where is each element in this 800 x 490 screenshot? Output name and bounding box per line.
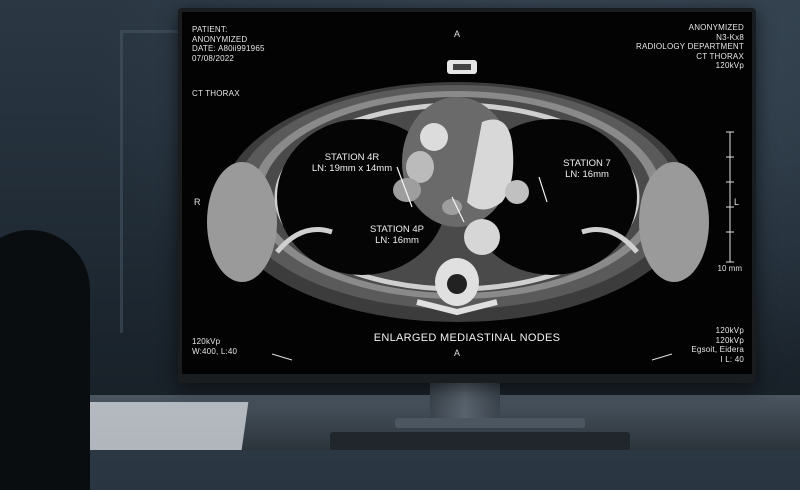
kvp-right: 120kVp [715,61,744,70]
study-info: ANONYMIZED N3-Kx8 RADIOLOGY DEPARTMENT C… [636,23,744,71]
patient-label: PATIENT: [192,25,228,34]
annotation-station-4p: STATION 4P LN: 16mm [352,224,442,246]
station-7-title: STATION 7 [563,158,611,169]
patient-info: PATIENT: ANONYMIZED DATE: A80ii991965 07… [192,25,265,63]
station-4r-measure: LN: 19mm x 14mm [311,163,393,174]
keyboard [330,432,630,450]
exam-type-right: CT THORAX [696,51,744,61]
annotation-station-4r: STATION 4R LN: 19mm x 14mm [302,152,402,174]
operator-name: Egsoit, Eidera [691,345,744,354]
scale-bar [726,131,734,263]
scale-label: 10 mm [717,264,742,273]
chair-silhouette [0,230,90,490]
orientation-left: R [194,197,201,207]
station-4p-measure: LN: 16mm [375,235,419,246]
patient-date-id: DATE: A80ii991965 [192,44,265,53]
department: RADIOLOGY DEPARTMENT [635,42,744,51]
study-code: N3-Kx8 [716,32,744,42]
orientation-right: L [734,197,740,207]
level-value: I L: 40 [720,354,744,364]
window-level: W:400, L:40 [192,346,238,356]
exam-type-left: CT THORAX [192,89,240,98]
monitor: PATIENT: ANONYMIZED DATE: A80ii991965 07… [178,8,756,383]
orientation-bottom: A [454,348,461,358]
orientation-top: A [454,29,461,39]
monitor-stand [430,378,500,423]
station-4p-title: STATION 4P [369,224,425,235]
monitor-base [395,418,585,428]
exam-date: 07/08/2022 [192,53,235,63]
annotation-station-7: STATION 7 LN: 16mm [547,158,627,180]
station-7-measure: LN: 16mm [565,169,609,180]
ct-viewer-screen[interactable]: PATIENT: ANONYMIZED DATE: A80ii991965 07… [182,12,752,374]
station-4r-title: STATION 4R [324,152,380,163]
study-name: ANONYMIZED [688,23,744,32]
patient-name: ANONYMIZED [192,34,248,44]
image-caption: ENLARGED MEDIASTINAL NODES [373,332,561,344]
